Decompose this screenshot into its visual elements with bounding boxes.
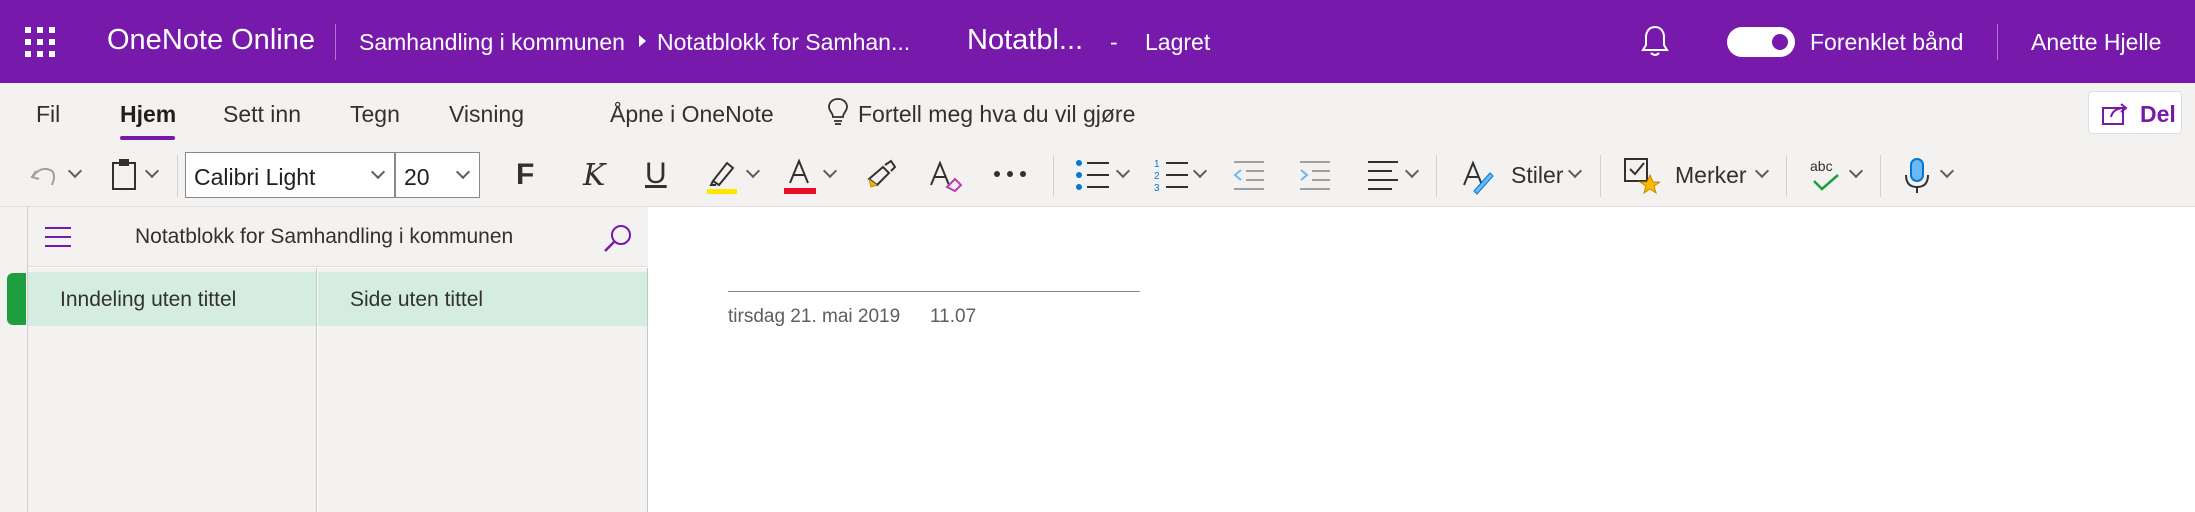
lightbulb-icon: [828, 98, 848, 125]
svg-text:1: 1: [1154, 159, 1160, 170]
chevron-down-icon: [455, 164, 471, 180]
divider: [1053, 155, 1054, 197]
numbering-icon[interactable]: 1 2 3: [1154, 157, 1190, 193]
more-icon[interactable]: [993, 169, 1027, 179]
bullets-icon[interactable]: [1075, 159, 1111, 191]
ribbon-toolbar: Calibri Light 20 F K U 1 2 3 Stiler Merk…: [0, 145, 2195, 207]
title-separator: -: [1110, 29, 1118, 55]
font-name-value: Calibri Light: [194, 164, 316, 190]
tab-visning[interactable]: Visning: [449, 101, 524, 128]
app-name[interactable]: OneNote Online: [107, 24, 315, 57]
dictate-dropdown-icon[interactable]: [1939, 163, 1955, 179]
page-item[interactable]: Side uten tittel: [318, 272, 647, 326]
navigation-header: Notatblokk for Samhandling i kommunen: [28, 207, 648, 267]
tell-me-search[interactable]: Fortell meg hva du vil gjøre: [858, 101, 1135, 128]
tag-icon[interactable]: [1622, 155, 1660, 195]
page-title[interactable]: Notatbl...: [967, 24, 1083, 57]
notification-bell-icon[interactable]: [1640, 24, 1670, 58]
section-color-tab: [7, 273, 26, 325]
open-in-onenote-button[interactable]: Åpne i OneNote: [610, 101, 774, 128]
spelling-icon[interactable]: abc: [1808, 155, 1844, 195]
clear-formatting-icon[interactable]: [927, 157, 963, 195]
share-label: Del: [2140, 101, 2176, 127]
styles-label[interactable]: Stiler: [1511, 162, 1563, 189]
chevron-down-icon: [370, 164, 386, 180]
bullets-dropdown-icon[interactable]: [1115, 163, 1131, 179]
page-label: Side uten tittel: [350, 288, 484, 311]
styles-dropdown-icon[interactable]: [1567, 163, 1583, 179]
clipboard-icon[interactable]: [110, 157, 138, 191]
simplified-ribbon-toggle[interactable]: [1727, 27, 1795, 57]
user-account[interactable]: Anette Hjelle: [2031, 29, 2161, 56]
tags-dropdown-icon[interactable]: [1754, 163, 1770, 179]
spelling-label: abc: [1810, 158, 1833, 174]
divider: [177, 155, 178, 197]
notebook-title[interactable]: Notatblokk for Samhandling i kommunen: [135, 225, 513, 249]
format-painter-icon[interactable]: [865, 159, 899, 193]
italic-button[interactable]: K: [583, 158, 605, 193]
tab-sett-inn[interactable]: Sett inn: [223, 101, 301, 128]
svg-text:3: 3: [1154, 183, 1160, 193]
dictate-icon[interactable]: [1903, 157, 1931, 195]
indent-icon[interactable]: [1298, 159, 1332, 191]
tab-fil[interactable]: Fil: [36, 101, 60, 128]
divider: [1997, 24, 1998, 60]
tab-hjem[interactable]: Hjem: [120, 101, 176, 128]
divider: [335, 24, 336, 60]
outdent-icon[interactable]: [1232, 159, 1266, 191]
ribbon-tabs: Fil Hjem Sett inn Tegn Visning Åpne i On…: [0, 83, 2195, 145]
share-button[interactable]: Del: [2088, 91, 2182, 134]
font-size-select[interactable]: 20: [395, 152, 480, 198]
svg-text:2: 2: [1154, 171, 1160, 182]
undo-dropdown-icon[interactable]: [67, 163, 83, 179]
title-bar: OneNote Online Samhandling i kommunen No…: [0, 0, 2195, 83]
divider: [1786, 155, 1787, 197]
highlight-dropdown-icon[interactable]: [745, 163, 761, 179]
divider: [1436, 155, 1437, 197]
tab-tegn[interactable]: Tegn: [350, 101, 400, 128]
font-color-dropdown-icon[interactable]: [822, 163, 838, 179]
highlighter-icon[interactable]: [705, 157, 741, 195]
page-date: tirsdag 21. mai 2019: [728, 306, 901, 327]
clipboard-dropdown-icon[interactable]: [144, 163, 160, 179]
save-status: Lagret: [1145, 29, 1211, 55]
share-icon: [2102, 103, 2128, 125]
tags-label[interactable]: Merker: [1675, 162, 1747, 189]
align-icon[interactable]: [1366, 159, 1400, 191]
underline-button[interactable]: U: [645, 157, 667, 191]
active-tab-indicator: [120, 136, 175, 140]
font-name-select[interactable]: Calibri Light: [185, 152, 395, 198]
page-time: 11.07: [930, 306, 977, 327]
font-color-icon[interactable]: [782, 157, 818, 195]
styles-icon[interactable]: [1460, 157, 1496, 195]
spelling-dropdown-icon[interactable]: [1848, 163, 1864, 179]
breadcrumb-notebook[interactable]: Samhandling i kommunen: [359, 29, 625, 56]
simplified-ribbon-label: Forenklet bånd: [1810, 29, 1964, 55]
bold-button[interactable]: F: [516, 158, 534, 192]
breadcrumb-section[interactable]: Notatblokk for Samhan...: [657, 29, 910, 56]
numbering-dropdown-icon[interactable]: [1192, 163, 1208, 179]
divider: [1600, 155, 1601, 197]
page-title-input[interactable]: [728, 291, 1140, 292]
section-item[interactable]: Inndeling uten tittel: [28, 272, 316, 326]
notebook-rail: [0, 207, 28, 512]
app-launcher-icon[interactable]: [25, 27, 55, 57]
font-size-value: 20: [404, 164, 430, 190]
undo-icon[interactable]: [28, 159, 60, 191]
align-dropdown-icon[interactable]: [1404, 163, 1420, 179]
hamburger-menu-icon[interactable]: [45, 227, 71, 247]
breadcrumb-separator-icon: [639, 35, 646, 47]
section-label: Inndeling uten tittel: [60, 288, 237, 311]
pages-pane: Side uten tittel: [318, 268, 648, 512]
sections-pane: Inndeling uten tittel: [28, 268, 317, 512]
page-canvas[interactable]: [649, 208, 2195, 512]
divider: [1880, 155, 1881, 197]
search-icon[interactable]: [602, 222, 634, 254]
